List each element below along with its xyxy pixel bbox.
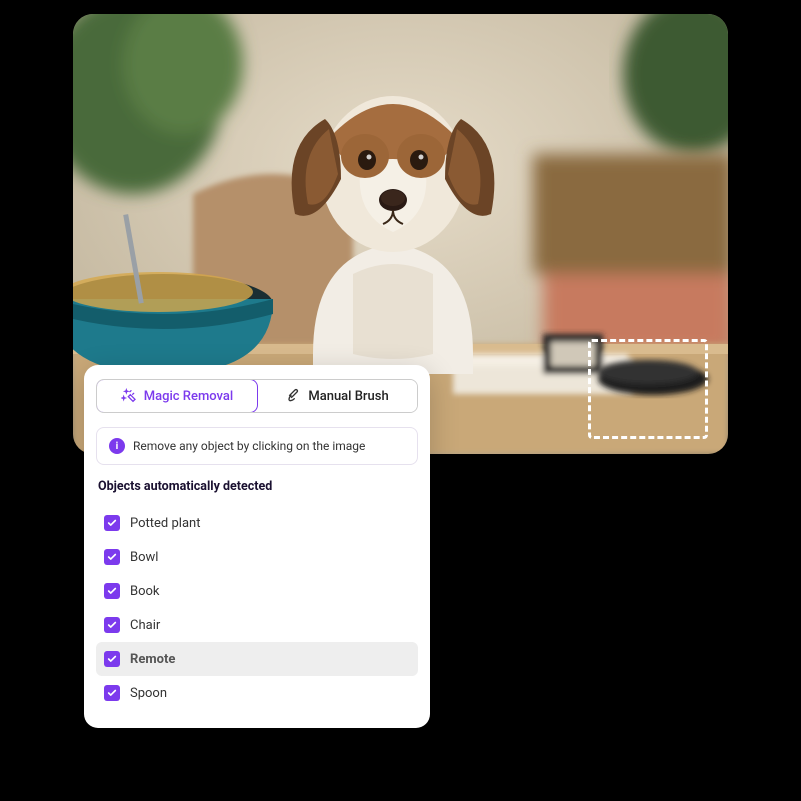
checkbox-icon[interactable] [104, 515, 120, 531]
wand-icon [121, 388, 137, 404]
tab-brush-label: Manual Brush [308, 389, 388, 404]
removal-panel: Magic Removal Manual Brush i Remove any … [84, 365, 430, 728]
object-label: Chair [130, 618, 160, 633]
object-list: Potted plant Bowl Book Chair Remote Spoon [96, 506, 418, 710]
checkbox-icon[interactable] [104, 583, 120, 599]
info-bar: i Remove any object by clicking on the i… [96, 427, 418, 465]
object-item[interactable]: Chair [96, 608, 418, 642]
checkbox-icon[interactable] [104, 685, 120, 701]
object-label: Potted plant [130, 516, 200, 531]
tab-manual-brush[interactable]: Manual Brush [257, 380, 417, 412]
info-icon: i [109, 438, 125, 454]
info-text: Remove any object by clicking on the ima… [133, 439, 365, 453]
object-label: Book [130, 584, 160, 599]
object-item[interactable]: Bowl [96, 540, 418, 574]
tab-magic-label: Magic Removal [144, 389, 234, 404]
tool-tabs: Magic Removal Manual Brush [96, 379, 418, 413]
checkbox-icon[interactable] [104, 549, 120, 565]
checkbox-icon[interactable] [104, 617, 120, 633]
selection-marquee[interactable] [588, 339, 708, 439]
object-label: Remote [130, 652, 175, 667]
object-item[interactable]: Potted plant [96, 506, 418, 540]
object-label: Spoon [130, 686, 167, 701]
brush-icon [285, 388, 301, 404]
object-label: Bowl [130, 550, 158, 565]
checkbox-icon[interactable] [104, 651, 120, 667]
tab-magic-removal[interactable]: Magic Removal [96, 379, 258, 413]
object-item[interactable]: Book [96, 574, 418, 608]
section-title: Objects automatically detected [96, 479, 418, 494]
object-item[interactable]: Spoon [96, 676, 418, 710]
object-item[interactable]: Remote [96, 642, 418, 676]
